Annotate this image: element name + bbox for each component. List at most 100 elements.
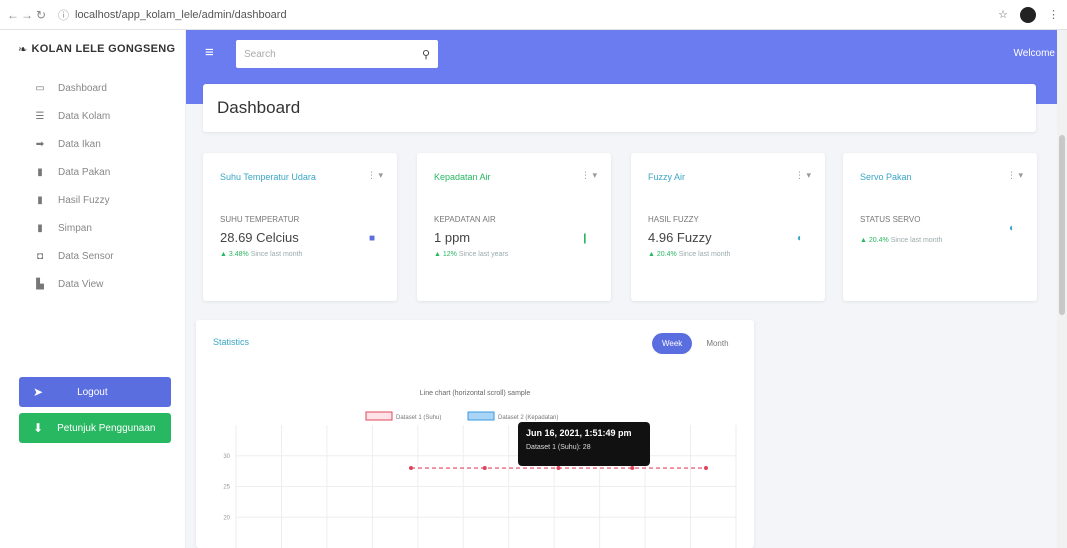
card-label: KEPADATAN AIR	[434, 215, 496, 224]
card-menu-icon[interactable]: ⋮ ▾	[581, 170, 597, 181]
brand-text: KOLAN LELE GONGSENG	[31, 43, 176, 55]
trend-up: ▲ 20.4%	[648, 251, 677, 258]
data-point	[704, 466, 708, 471]
info-icon[interactable]: ⓘ	[58, 7, 69, 23]
card-menu-icon[interactable]: ⋮ ▾	[1007, 170, 1023, 181]
legend-swatch-1	[365, 411, 393, 421]
page-title-box: Dashboard	[203, 84, 1036, 132]
card-fuzzy: Fuzzy Air ⋮ ▾ HASIL FUZZY 4.96 Fuzzy ▲ 2…	[631, 153, 825, 301]
y-tick-label: 25	[223, 485, 230, 491]
forward-icon[interactable]: →	[20, 8, 34, 22]
sidebar-item-simpan[interactable]: ▮ Simpan	[0, 214, 185, 242]
back-icon[interactable]: ←	[6, 8, 20, 22]
sidebar-item-label: Data View	[58, 278, 104, 290]
sidebar-item-dashboard[interactable]: ▭ Dashboard	[0, 74, 185, 102]
servo-icon: ◐	[1008, 223, 1015, 234]
chart-tooltip: Jun 16, 2021, 1:51:49 pm Dataset 1 (Suhu…	[518, 422, 650, 466]
tooltip-title: Jun 16, 2021, 1:51:49 pm	[526, 428, 632, 438]
card-servo: Servo Pakan ⋮ ▾ STATUS SERVO ▲ 20.4% Sin…	[843, 153, 1037, 301]
star-icon[interactable]: ☆	[998, 8, 1008, 21]
manual-button[interactable]: ⬇ Petunjuk Penggunaan	[19, 413, 171, 443]
sidebar-item-data-pakan[interactable]: ▮ Data Pakan	[0, 158, 185, 186]
sidebar-item-data-kolam[interactable]: ☰ Data Kolam	[0, 102, 185, 130]
data-point	[482, 466, 487, 471]
leaf-icon: ❧	[18, 43, 28, 56]
save-icon: ▮	[37, 222, 43, 234]
reload-icon[interactable]: ↻	[34, 8, 48, 22]
hamburger-icon[interactable]: ≡	[205, 44, 214, 61]
y-tick-label: 20	[223, 515, 230, 521]
bag-icon: ▮	[37, 166, 43, 178]
card-menu-icon[interactable]: ⋮ ▾	[795, 170, 811, 181]
address-bar[interactable]: ⓘ localhost/app_kolam_lele/admin/dashboa…	[58, 7, 287, 23]
profile-avatar[interactable]	[1020, 6, 1036, 23]
legend-swatch-2	[467, 411, 495, 421]
card-value: 1 ppm	[434, 230, 471, 245]
welcome-link[interactable]: Welcome	[1014, 48, 1056, 59]
card-water-density: Kepadatan Air ⋮ ▾ KEPADATAN AIR 1 ppm ▲ …	[417, 153, 611, 301]
sidebar-item-label: Data Sensor	[58, 250, 114, 262]
y-tick-label: 30	[223, 454, 230, 460]
document-icon: ▮	[37, 194, 43, 206]
sidebar-menu: ▭ Dashboard ☰ Data Kolam ➡ Data Ikan ▮ Data Pak…	[0, 74, 185, 298]
brand[interactable]: ❧ KOLAN LELE GONGSENG	[0, 30, 185, 68]
line-chart[interactable]: Line chart (horizontal scroll) sample Dat…	[196, 320, 754, 548]
kebab-menu-icon[interactable]: ⋮	[1048, 8, 1059, 21]
manual-label: Petunjuk Penggunaan	[57, 422, 156, 434]
card-label: SUHU TEMPERATUR	[220, 215, 300, 224]
data-point	[409, 466, 413, 471]
sidebar-item-data-view[interactable]: ▙ Data View	[0, 270, 185, 298]
tooltip-body: Dataset 1 (Suhu): 28	[526, 444, 591, 451]
trend-text: Since last years	[458, 251, 509, 258]
trend-text: Since last month	[250, 251, 303, 258]
fish-icon: ➡	[35, 138, 45, 150]
browser-toolbar: ← → ↻ ⓘ localhost/app_kolam_lele/admin/d…	[0, 0, 1067, 30]
card-trend: ▲ 3.48% Since last month	[220, 251, 302, 258]
sidebar-item-label: Hasil Fuzzy	[58, 194, 110, 206]
card-trend: ▲ 20.4% Since last month	[648, 251, 730, 258]
water-density-icon: ❙	[580, 233, 589, 244]
card-title: Kepadatan Air	[434, 172, 491, 182]
logout-button[interactable]: ➤ Logout	[19, 377, 171, 407]
page-title: Dashboard	[217, 98, 301, 117]
scrollbar-thumb[interactable]	[1059, 135, 1065, 315]
sidebar-item-label: Data Kolam	[58, 110, 111, 122]
url-text: localhost/app_kolam_lele/admin/dashboard	[75, 8, 287, 21]
monitor-icon: ▭	[35, 82, 45, 94]
statistics-panel: Statistics Week Month Line chart (horizo…	[196, 320, 754, 548]
card-value: 4.96 Fuzzy	[648, 230, 712, 245]
card-menu-icon[interactable]: ⋮ ▾	[367, 170, 383, 181]
chart-title: Line chart (horizontal scroll) sample	[420, 390, 531, 397]
page-scrollbar[interactable]	[1057, 30, 1067, 548]
card-label: STATUS SERVO	[860, 215, 921, 224]
card-trend: ▲ 12% Since last years	[434, 251, 508, 258]
card-trend: ▲ 20.4% Since last month	[860, 237, 942, 244]
trend-text: Since last month	[678, 251, 731, 258]
temperature-icon: ■	[368, 233, 375, 244]
sidebar-item-label: Dashboard	[58, 82, 107, 94]
search-placeholder: Search	[244, 48, 276, 60]
sidebar: ❧ KOLAN LELE GONGSENG ▭ Dashboard ☰ Data Ko…	[0, 30, 186, 548]
legend-label-2: Dataset 2 (Kepadatan)	[498, 415, 558, 421]
paper-plane-icon: ➤	[33, 385, 44, 399]
sensor-icon: ◘	[36, 250, 44, 262]
data-point	[630, 466, 635, 471]
trend-up: ▲ 3.48%	[220, 251, 249, 258]
sidebar-item-label: Data Ikan	[58, 138, 101, 150]
fuzzy-icon: ◐	[796, 233, 803, 244]
table-icon: ☰	[35, 110, 45, 122]
card-title: Fuzzy Air	[648, 172, 686, 182]
search-input[interactable]: Search ⚲	[236, 40, 438, 68]
card-temperature: Suhu Temperatur Udara ⋮ ▾ SUHU TEMPERATU…	[203, 153, 397, 301]
sidebar-item-label: Data Pakan	[58, 166, 111, 178]
sidebar-item-label: Simpan	[58, 222, 92, 234]
data-point	[556, 466, 561, 471]
card-value: 28.69 Celcius	[220, 230, 299, 245]
card-label: HASIL FUZZY	[648, 215, 699, 224]
sidebar-item-data-sensor[interactable]: ◘ Data Sensor	[0, 242, 185, 270]
search-icon[interactable]: ⚲	[422, 48, 430, 61]
download-icon: ⬇	[33, 421, 44, 435]
sidebar-item-hasil-fuzzy[interactable]: ▮ Hasil Fuzzy	[0, 186, 185, 214]
sidebar-item-data-ikan[interactable]: ➡ Data Ikan	[0, 130, 185, 158]
trend-up: ▲ 12%	[434, 251, 457, 258]
